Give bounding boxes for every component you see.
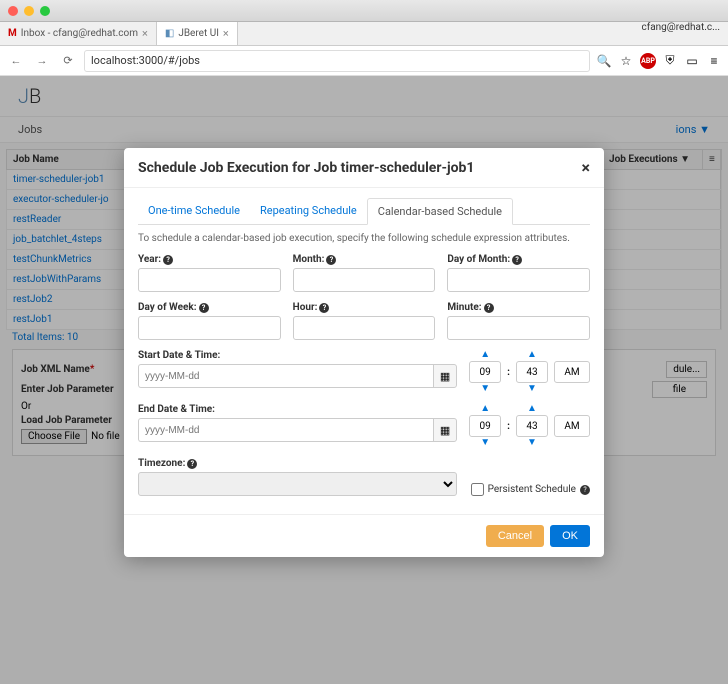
extension-icon[interactable]: ▭ — [684, 53, 700, 69]
chevron-down-icon[interactable]: ▼ — [480, 384, 490, 394]
dow-label: Day of Week: ? — [138, 302, 281, 313]
cancel-button[interactable]: Cancel — [486, 525, 544, 547]
help-icon[interactable]: ? — [199, 303, 209, 313]
end-minute-input[interactable]: 43 — [516, 415, 548, 437]
dow-input[interactable] — [138, 316, 281, 340]
timezone-select[interactable] — [138, 472, 457, 496]
star-icon[interactable]: ☆ — [618, 53, 634, 69]
persistent-checkbox[interactable]: Persistent Schedule ? — [471, 483, 590, 496]
minute-input[interactable] — [447, 316, 590, 340]
end-date-input[interactable] — [138, 418, 433, 442]
timezone-label: Timezone: ? — [138, 458, 457, 469]
browser-tabs: M Inbox - cfang@redhat.com × ◧ JBeret UI… — [0, 22, 728, 46]
window-maximize[interactable] — [40, 6, 50, 16]
year-input[interactable] — [138, 268, 281, 292]
start-date-label: Start Date & Time: — [138, 350, 457, 361]
minute-label: Minute: ? — [447, 302, 590, 313]
close-icon[interactable]: × — [223, 27, 229, 40]
gmail-icon: M — [8, 28, 17, 39]
tab-title: Inbox - cfang@redhat.com — [21, 28, 138, 39]
end-date-label: End Date & Time: — [138, 404, 457, 415]
dom-label: Day of Month: ? — [447, 254, 590, 265]
month-input[interactable] — [293, 268, 436, 292]
year-label: Year: ? — [138, 254, 281, 265]
time-separator: : — [507, 367, 510, 378]
tab-repeating[interactable]: Repeating Schedule — [250, 198, 367, 224]
window-close[interactable] — [8, 6, 18, 16]
reload-button[interactable]: ⟳ — [58, 51, 78, 71]
hour-label: Hour: ? — [293, 302, 436, 313]
close-icon[interactable]: × — [582, 158, 591, 177]
help-icon[interactable]: ? — [512, 255, 522, 265]
month-label: Month: ? — [293, 254, 436, 265]
browser-tab-inbox[interactable]: M Inbox - cfang@redhat.com × — [0, 22, 157, 45]
browser-tab-jberet[interactable]: ◧ JBeret UI × — [157, 22, 238, 45]
chevron-up-icon[interactable]: ▲ — [480, 350, 490, 360]
tab-title: JBeret UI — [178, 28, 219, 39]
window-minimize[interactable] — [24, 6, 34, 16]
search-icon[interactable]: 🔍 — [596, 53, 612, 69]
titlebar — [0, 0, 728, 22]
chevron-down-icon[interactable]: ▼ — [527, 438, 537, 448]
calendar-icon[interactable]: ▦ — [433, 364, 457, 388]
start-date-input[interactable] — [138, 364, 433, 388]
back-button[interactable]: ← — [6, 51, 26, 71]
url-bar[interactable]: localhost:3000/#/jobs — [84, 50, 590, 72]
chevron-up-icon[interactable]: ▲ — [527, 350, 537, 360]
menu-icon[interactable]: ≡ — [706, 53, 722, 69]
schedule-modal: Schedule Job Execution for Job timer-sch… — [124, 148, 604, 557]
modal-title: Schedule Job Execution for Job timer-sch… — [138, 160, 474, 176]
end-hour-input[interactable]: 09 — [469, 415, 501, 437]
help-icon[interactable]: ? — [326, 255, 336, 265]
start-hour-input[interactable]: 09 — [469, 361, 501, 383]
ok-button[interactable]: OK — [550, 525, 590, 547]
start-ampm-toggle[interactable]: AM — [554, 361, 590, 383]
modal-description: To schedule a calendar-based job executi… — [138, 233, 590, 244]
jberet-icon: ◧ — [165, 28, 174, 39]
help-icon[interactable]: ? — [187, 459, 197, 469]
shield-icon[interactable]: ⛨ — [662, 53, 678, 69]
calendar-icon[interactable]: ▦ — [433, 418, 457, 442]
start-time-picker: ▲ 09 ▼ : ▲ 43 ▼ AM — [469, 350, 590, 394]
tab-calendar[interactable]: Calendar-based Schedule — [367, 198, 513, 225]
chevron-up-icon[interactable]: ▲ — [527, 404, 537, 414]
tab-onetime[interactable]: One-time Schedule — [138, 198, 250, 224]
start-minute-input[interactable]: 43 — [516, 361, 548, 383]
end-ampm-toggle[interactable]: AM — [554, 415, 590, 437]
chevron-up-icon[interactable]: ▲ — [480, 404, 490, 414]
help-icon[interactable]: ? — [580, 485, 590, 495]
hour-input[interactable] — [293, 316, 436, 340]
user-badge[interactable]: cfang@redhat.c... — [633, 22, 728, 45]
modal-tabs: One-time Schedule Repeating Schedule Cal… — [138, 198, 590, 225]
end-time-picker: ▲ 09 ▼ : ▲ 43 ▼ AM — [469, 404, 590, 448]
help-icon[interactable]: ? — [163, 255, 173, 265]
time-separator: : — [507, 421, 510, 432]
chevron-down-icon[interactable]: ▼ — [527, 384, 537, 394]
chevron-down-icon[interactable]: ▼ — [480, 438, 490, 448]
help-icon[interactable]: ? — [484, 303, 494, 313]
nav-bar: ← → ⟳ localhost:3000/#/jobs 🔍 ☆ ABP ⛨ ▭ … — [0, 46, 728, 76]
dom-input[interactable] — [447, 268, 590, 292]
forward-button[interactable]: → — [32, 51, 52, 71]
help-icon[interactable]: ? — [319, 303, 329, 313]
abp-icon[interactable]: ABP — [640, 53, 656, 69]
persistent-checkbox-input[interactable] — [471, 483, 484, 496]
close-icon[interactable]: × — [142, 27, 148, 40]
